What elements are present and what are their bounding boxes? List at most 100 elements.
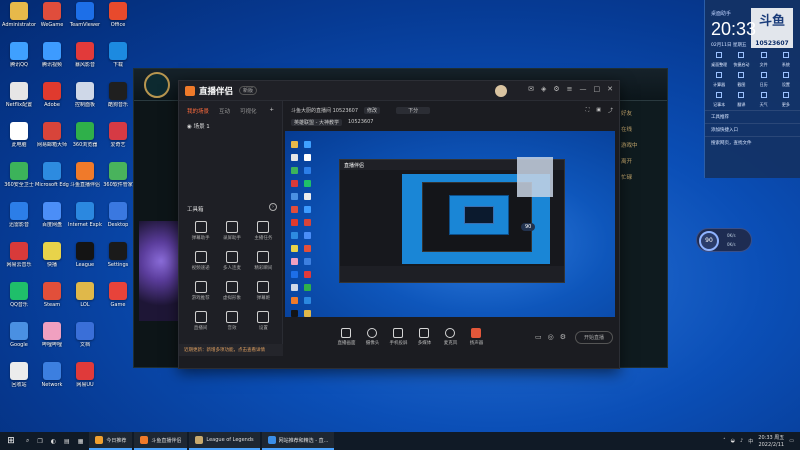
desktop-icon[interactable]: League [68, 242, 102, 268]
desktop-icon[interactable]: Network [35, 362, 69, 388]
friend-group[interactable]: 游戏中 [621, 141, 663, 149]
taskbar-app[interactable]: 斗鱼直播伴侣 [134, 432, 188, 450]
desktop-icon[interactable]: 360安全卫士 [2, 162, 36, 188]
share-icon[interactable]: ⤴ [608, 107, 613, 114]
add-scene-icon[interactable]: + [269, 107, 274, 115]
desktop-assistant-widget[interactable]: 桌面助手 20:33 02月11日 星期五 斗鱼 10523607 桌面整理 快捷… [704, 0, 800, 178]
desktop-icon[interactable]: Adobe [35, 82, 69, 108]
desktop-icon[interactable]: 快播 [35, 242, 69, 268]
tray-up-icon[interactable]: ˄ [723, 438, 726, 444]
category-select[interactable]: 下分 [396, 106, 431, 114]
speaker-button[interactable]: 扬声器 [463, 328, 489, 346]
avatar[interactable] [495, 84, 508, 97]
tool-item[interactable]: 录屏助手 [216, 221, 247, 241]
version-badge[interactable]: 新版 [239, 86, 258, 95]
league-friends-panel[interactable]: 好友 在线 游戏中 离开 忙碌 [617, 101, 667, 367]
taskbar-app[interactable]: League of Legends [189, 432, 260, 450]
friend-group[interactable]: 离开 [621, 157, 663, 165]
desktop-icon[interactable]: 下载 [101, 42, 135, 68]
desktop-icon[interactable]: Microsoft Edge [35, 162, 69, 188]
widget-row[interactable]: 工具推荐 [705, 110, 800, 123]
scene-item[interactable]: ◉ 场景 1 [179, 119, 282, 133]
desktop-icon[interactable]: 网易邮箱大师 [35, 122, 69, 148]
desktop-icon[interactable]: 360软件管家 [101, 162, 135, 188]
toolbox-more-icon[interactable]: › [269, 203, 277, 211]
friend-group[interactable]: 忙碌 [621, 173, 663, 181]
ime-icon[interactable]: 中 [748, 438, 753, 445]
tab-scenes[interactable]: 我的场景 [187, 107, 209, 115]
desktop-icon[interactable]: 360浏览器 [68, 122, 102, 148]
friend-group[interactable]: 好友 [621, 109, 663, 117]
menu-icon[interactable]: ≡ [567, 85, 573, 97]
desktop-icon[interactable]: 百度网盘 [35, 202, 69, 228]
layout-icon[interactable]: ▣ [596, 107, 601, 114]
desktop-icon[interactable]: 网易UU [68, 362, 102, 388]
fullscreen-icon[interactable]: ⛶ [586, 107, 590, 114]
tool-item[interactable]: 精彩瞬间 [248, 251, 279, 271]
edge-icon[interactable]: ◐ [47, 438, 60, 445]
tool-item[interactable]: 虚拟形象 [216, 281, 247, 301]
league-logo-icon[interactable] [144, 72, 170, 98]
widget-shortcut[interactable]: 设置 [775, 72, 797, 88]
desktop-icon[interactable]: LOL [68, 282, 102, 308]
widget-shortcut[interactable]: 系统 [775, 52, 797, 68]
taskbar-app[interactable]: 今日推荐 [89, 432, 133, 450]
gear-icon[interactable]: ⚙ [560, 333, 566, 341]
start-stream-button[interactable]: 开始直播 [574, 330, 613, 344]
media-button[interactable]: 多媒体 [411, 328, 437, 346]
tool-item[interactable]: 弹幕姬 [248, 281, 279, 301]
desktop-icon[interactable]: Game [101, 282, 135, 308]
search-icon[interactable]: ⌕ [22, 437, 33, 445]
desktop-icon[interactable]: 控制面板 [68, 82, 102, 108]
desktop-icon[interactable]: Steam [35, 282, 69, 308]
file-explorer-icon[interactable]: ▤ [60, 438, 74, 445]
eye-icon[interactable]: ◉ [187, 124, 192, 130]
desktop-icon[interactable]: 此电脑 [2, 122, 36, 148]
update-notice[interactable]: 近期更新：新增多项功能，点击查看详情 [179, 344, 283, 356]
desktop-icon[interactable]: QQ音乐 [2, 282, 36, 308]
friend-group[interactable]: 在线 [621, 125, 663, 133]
minimize-icon[interactable]: — [580, 85, 587, 97]
camera-button[interactable]: 摄像头 [359, 328, 385, 346]
desktop-icon[interactable]: Office [101, 2, 135, 28]
widget-shortcut[interactable]: 更多 [775, 92, 797, 108]
room-category[interactable]: 英雄联盟 - 大神教学 [291, 118, 342, 126]
maximize-icon[interactable]: □ [594, 85, 601, 97]
tool-item[interactable]: 视频速递 [185, 251, 216, 271]
tab-visual[interactable]: 可视化 [240, 107, 257, 115]
volume-icon[interactable]: ♪ [740, 438, 743, 444]
widget-shortcut[interactable]: 天气 [753, 92, 775, 108]
desktop-icon[interactable]: 斗鱼直播伴侣 [68, 162, 102, 188]
widget-search[interactable]: 搜索网页，查找文件 [705, 136, 800, 149]
skin-icon[interactable]: ◈ [541, 85, 546, 97]
widget-row[interactable]: 添加快捷入口 [705, 123, 800, 136]
capture-screen-button[interactable]: 直播画面 [333, 328, 359, 346]
widget-shortcut[interactable]: 翻译 [730, 92, 752, 108]
desktop-icon[interactable]: 暴风影音 [68, 42, 102, 68]
desktop-icon[interactable]: 腾讯视频 [35, 42, 69, 68]
widget-shortcut[interactable]: 桌面整理 [708, 52, 730, 68]
widget-shortcut[interactable]: 记事本 [708, 92, 730, 108]
widget-shortcut[interactable]: 截图 [730, 72, 752, 88]
desktop-icon[interactable]: WeGame [35, 2, 69, 28]
desktop-icon[interactable]: 回收站 [2, 362, 36, 388]
desktop-icon[interactable]: 迅雷影音 [2, 202, 36, 228]
network-speed-gauge[interactable]: 90 0K/s 0K/s [696, 228, 752, 252]
tool-item[interactable]: 弹幕助手 [185, 221, 216, 241]
microphone-button[interactable]: 麦克风 [437, 328, 463, 346]
widget-shortcut[interactable]: 日历 [753, 72, 775, 88]
desktop-icon[interactable]: 酷狗音乐 [101, 82, 135, 108]
message-icon[interactable]: ✉ [528, 85, 534, 97]
widget-shortcut[interactable]: 文件 [753, 52, 775, 68]
edit-title-button[interactable]: 修改 [364, 106, 381, 114]
desktop-icon[interactable]: 文档 [68, 322, 102, 348]
record-icon[interactable]: ▭ [535, 333, 542, 341]
close-icon[interactable]: ✕ [607, 85, 613, 97]
windows-start-icon[interactable]: ⊞ [0, 436, 22, 446]
desktop-icon[interactable]: Settings [101, 242, 135, 268]
tool-item[interactable]: 主播任务 [248, 221, 279, 241]
desktop-icon[interactable]: 哔哩哔哩 [35, 322, 69, 348]
widget-shortcut[interactable]: 快捷启动 [730, 52, 752, 68]
task-view-icon[interactable]: ❐ [33, 438, 46, 445]
tab-interaction[interactable]: 互动 [219, 107, 230, 115]
